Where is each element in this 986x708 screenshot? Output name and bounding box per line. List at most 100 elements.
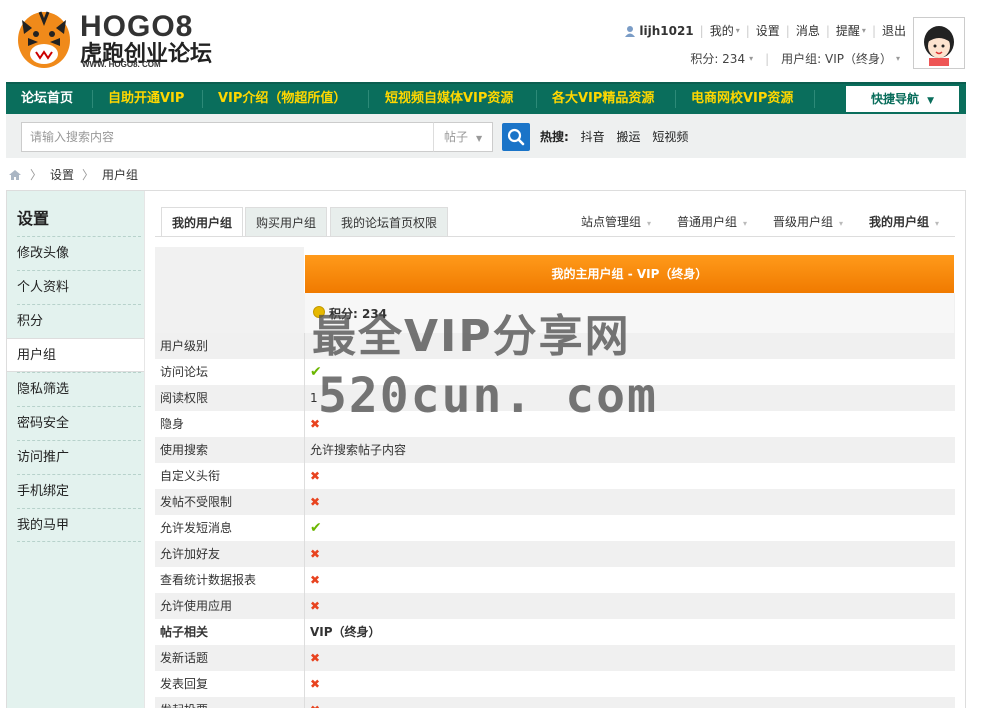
- row-value: 允许搜索帖子内容: [310, 443, 407, 457]
- breadcrumb: 〉 设置 〉 用户组: [8, 166, 138, 183]
- chevron-down-icon: ▾: [743, 219, 748, 228]
- header: HOGO8 虎跑创业论坛 WWW. HOGO8. COM lijh1021 | …: [0, 0, 986, 80]
- row-label: 发帖不受限制: [160, 495, 233, 509]
- hot-item[interactable]: 搬运: [616, 130, 640, 144]
- row-value: 1: [310, 391, 318, 405]
- table-row: 允许加好友 ✖: [155, 541, 955, 567]
- cross-icon: ✖: [310, 697, 320, 708]
- content-panel: 我的用户组 购买用户组 我的论坛首页权限 站点管理组 ▾ 普通用户组 ▾ 晋级用户组…: [145, 191, 965, 708]
- username-link[interactable]: lijh1021: [639, 24, 693, 38]
- logo-url: WWW. HOGO8. COM: [82, 60, 161, 69]
- sidebar-item-profile[interactable]: 个人资料: [17, 270, 141, 304]
- row-label: 隐身: [160, 417, 185, 431]
- search-type-select[interactable]: 帖子 ▼: [433, 122, 493, 152]
- hot-item[interactable]: 抖音: [581, 130, 605, 144]
- tiger-logo-icon: [18, 11, 70, 68]
- tab-buy-usergroup[interactable]: 购买用户组: [245, 207, 328, 237]
- caret-down-icon: ▼: [476, 134, 483, 143]
- sidebar-title: 设置: [17, 209, 50, 228]
- home-icon[interactable]: [8, 169, 22, 181]
- chevron-down-icon: ▾: [735, 26, 740, 35]
- table-row: 发起投票 ✖: [155, 697, 955, 708]
- user-icon: [625, 25, 636, 37]
- link-promoted-group-label: 晋级用户组: [773, 215, 834, 229]
- table-row: 自定义头衔 ✖: [155, 463, 955, 489]
- chevron-down-icon: ▾: [935, 219, 940, 228]
- settings-sidebar: 设置 修改头像 个人资料 积分 用户组 隐私筛选 密码安全 访问推广 手机绑定 …: [7, 191, 144, 708]
- link-promoted-group[interactable]: 晋级用户组 ▾: [773, 213, 843, 230]
- cross-icon: ✖: [310, 651, 321, 665]
- search-input[interactable]: 请输入搜索内容: [21, 122, 434, 152]
- points-link[interactable]: 积分: 234: [690, 50, 745, 67]
- row-label: 用户级别: [160, 339, 209, 353]
- search-button[interactable]: [502, 123, 530, 151]
- check-icon: ✔: [310, 520, 322, 536]
- logout-link[interactable]: 退出: [882, 22, 906, 39]
- nav-item-open-vip[interactable]: 自助开通VIP: [108, 84, 184, 114]
- table-row: 发表回复 ✖: [155, 671, 955, 697]
- link-my-group-label: 我的用户组: [869, 215, 930, 229]
- row-label: 发表回复: [160, 677, 209, 691]
- table-row: 允许使用应用 ✖: [155, 593, 955, 619]
- row-label: 允许发短消息: [160, 521, 233, 535]
- table-row: 允许发短消息 ✔: [155, 515, 955, 541]
- sidebar-item-alias[interactable]: 我的马甲: [17, 508, 141, 542]
- table-row: 使用搜索 允许搜索帖子内容: [155, 437, 955, 463]
- watermark-line1: 最全VIP分享网: [312, 311, 631, 362]
- link-admin-group-label: 站点管理组: [581, 215, 642, 229]
- search-icon: [507, 128, 525, 146]
- sidebar-item-points[interactable]: 积分: [17, 304, 141, 338]
- messages-link[interactable]: 消息: [796, 22, 820, 39]
- cross-icon: ✖: [310, 495, 321, 509]
- nav-item-short-video[interactable]: 短视频自媒体VIP资源: [385, 84, 513, 114]
- cross-icon: ✖: [310, 573, 321, 587]
- site-logo[interactable]: HOGO8 虎跑创业论坛 WWW. HOGO8. COM: [14, 8, 214, 72]
- breadcrumb-settings[interactable]: 设置: [50, 166, 74, 183]
- sidebar-item-usergroup[interactable]: 用户组: [7, 338, 144, 372]
- tab-my-usergroup[interactable]: 我的用户组: [161, 207, 244, 237]
- row-label: 发新话题: [160, 651, 209, 665]
- sidebar-item-phone[interactable]: 手机绑定: [17, 474, 141, 508]
- my-link[interactable]: 我的: [710, 22, 734, 39]
- table-row: 发新话题 ✖: [155, 645, 955, 671]
- settings-link[interactable]: 设置: [756, 22, 780, 39]
- nav-item-vip-resources[interactable]: 各大VIP精品资源: [552, 84, 654, 114]
- sidebar-item-promotion[interactable]: 访问推广: [17, 440, 141, 474]
- tab-home-permissions[interactable]: 我的论坛首页权限: [330, 207, 449, 237]
- nav-item-vip-intro[interactable]: VIP介绍（物超所值）: [218, 84, 346, 114]
- link-my-group[interactable]: 我的用户组 ▾: [869, 213, 939, 230]
- main-group-header: 我的主用户组 - VIP（终身）: [305, 255, 954, 293]
- hot-searches: 热搜: 抖音 搬运 短视频: [540, 128, 688, 145]
- usergroup-link[interactable]: 用户组: VIP（终身）: [781, 50, 892, 67]
- breadcrumb-usergroup[interactable]: 用户组: [102, 166, 138, 183]
- row-label: 阅读权限: [160, 391, 209, 405]
- link-normal-group-label: 普通用户组: [677, 215, 738, 229]
- sidebar-item-avatar[interactable]: 修改头像: [17, 236, 141, 270]
- caret-down-icon: ▼: [927, 96, 935, 106]
- nav-item-home[interactable]: 论坛首页: [21, 84, 73, 114]
- notifications-link[interactable]: 提醒: [836, 22, 860, 39]
- avatar-icon: [916, 20, 962, 66]
- table-row: 帖子相关 VIP（终身）: [155, 619, 955, 645]
- link-admin-group[interactable]: 站点管理组 ▾: [581, 213, 651, 230]
- chevron-down-icon: ▾: [895, 54, 900, 63]
- link-normal-group[interactable]: 普通用户组 ▾: [677, 213, 747, 230]
- sidebar-item-security[interactable]: 密码安全: [17, 406, 141, 440]
- quick-nav-button[interactable]: 快捷导航 ▼: [846, 86, 959, 112]
- table-row: 发帖不受限制 ✖: [155, 489, 955, 515]
- chevron-down-icon: ▾: [647, 219, 652, 228]
- sidebar-item-privacy[interactable]: 隐私筛选: [17, 372, 141, 406]
- chevron-down-icon: ▾: [749, 54, 754, 63]
- search-type-value: 帖子: [444, 130, 469, 144]
- quick-nav-label: 快捷导航: [870, 92, 919, 106]
- chevron-down-icon: ▾: [839, 219, 844, 228]
- nav-item-ecommerce[interactable]: 电商网校VIP资源: [691, 84, 793, 114]
- watermark-line2: 520cun. com: [318, 368, 658, 424]
- row-label: 发起投票: [160, 697, 208, 708]
- search-bar: 请输入搜索内容 帖子 ▼ 热搜: 抖音 搬运 短视频: [6, 114, 966, 158]
- row-label: 自定义头衔: [160, 469, 221, 483]
- cross-icon: ✖: [310, 599, 321, 613]
- avatar[interactable]: [913, 17, 965, 69]
- main-nav: 论坛首页 自助开通VIP VIP介绍（物超所值） 短视频自媒体VIP资源 各大V…: [6, 82, 966, 114]
- hot-item[interactable]: 短视频: [652, 130, 688, 144]
